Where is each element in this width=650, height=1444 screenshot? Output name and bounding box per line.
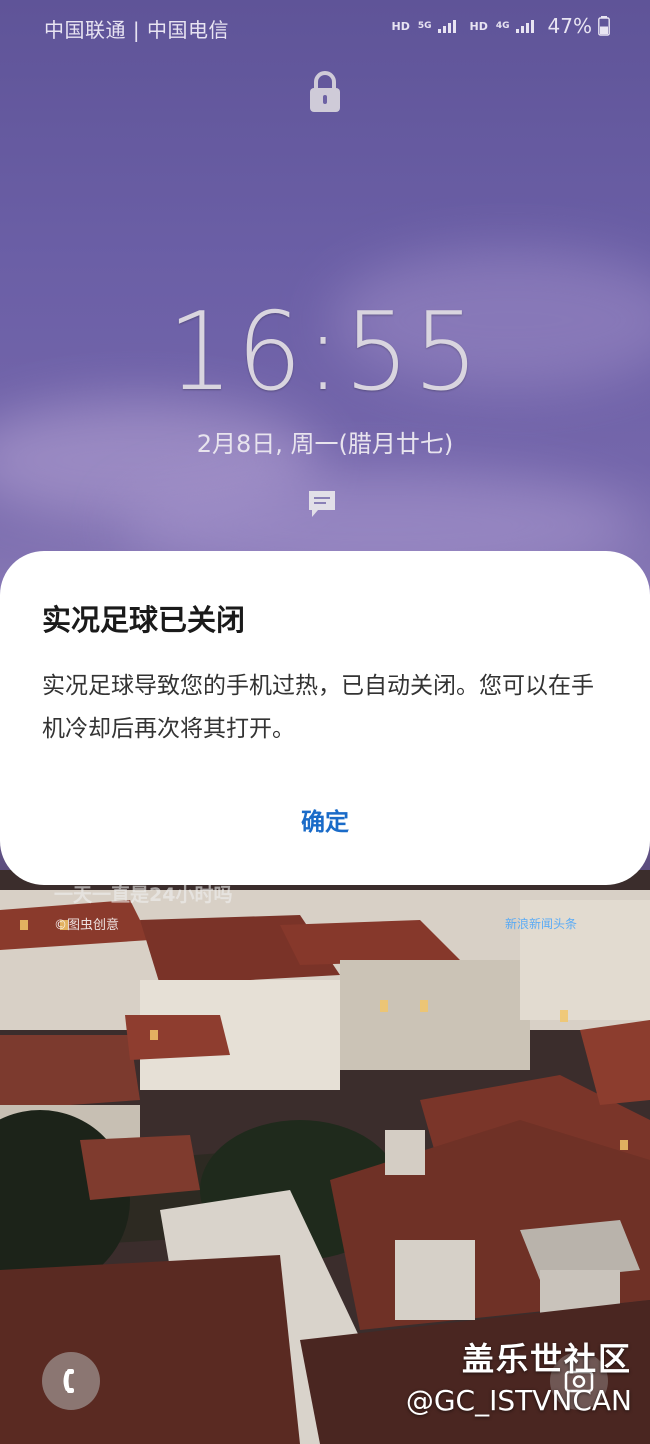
community-watermark-title: 盖乐世社区 <box>461 1340 632 1378</box>
wallpaper-credit: ©图虫创意 <box>54 918 120 933</box>
signal-bars-icon <box>437 19 456 33</box>
battery-percent: 47% <box>547 14 592 38</box>
status-icons: HD 5G HD 4G 47% <box>392 14 610 38</box>
hd-badge: HD <box>469 19 488 33</box>
message-bubble-icon[interactable] <box>306 488 338 520</box>
lockscreen-clock: 16:55 <box>167 290 483 415</box>
wallpaper-tag: 新浪新闻头条 <box>505 917 578 931</box>
lockscreen-date: 2月8日, 周一(腊月廿七) <box>196 430 454 458</box>
phone-icon <box>63 1369 74 1393</box>
carrier-label: 中国联通 | 中国电信 <box>44 18 229 42</box>
phone-shortcut-button[interactable] <box>42 1352 100 1410</box>
ok-button[interactable]: 确定 <box>0 802 650 837</box>
community-watermark-handle: @GC_ISTVNCAN <box>405 1384 632 1417</box>
status-bar: 中国联通 | 中国电信 HD 5G HD 4G 47% <box>0 0 650 56</box>
signal-bars-icon <box>515 19 534 33</box>
dialog-message: 实况足球导致您的手机过热，已自动关闭。您可以在手机冷却后再次将其打开。 <box>42 673 594 742</box>
network-type-4g: 4G <box>495 20 510 31</box>
network-type-5g: 5G <box>417 20 432 31</box>
dialog-title: 实况足球已关闭 <box>42 603 246 637</box>
hd-badge: HD <box>391 19 410 33</box>
battery-icon <box>598 16 610 36</box>
lock-screen: 中国联通 | 中国电信 HD 5G HD 4G 47% 16:55 2月8日, … <box>0 0 650 1444</box>
lock-icon[interactable] <box>307 70 343 114</box>
app-closed-dialog: 实况足球已关闭 实况足球导致您的手机过热，已自动关闭。您可以在手机冷却后再次将其… <box>0 551 650 885</box>
